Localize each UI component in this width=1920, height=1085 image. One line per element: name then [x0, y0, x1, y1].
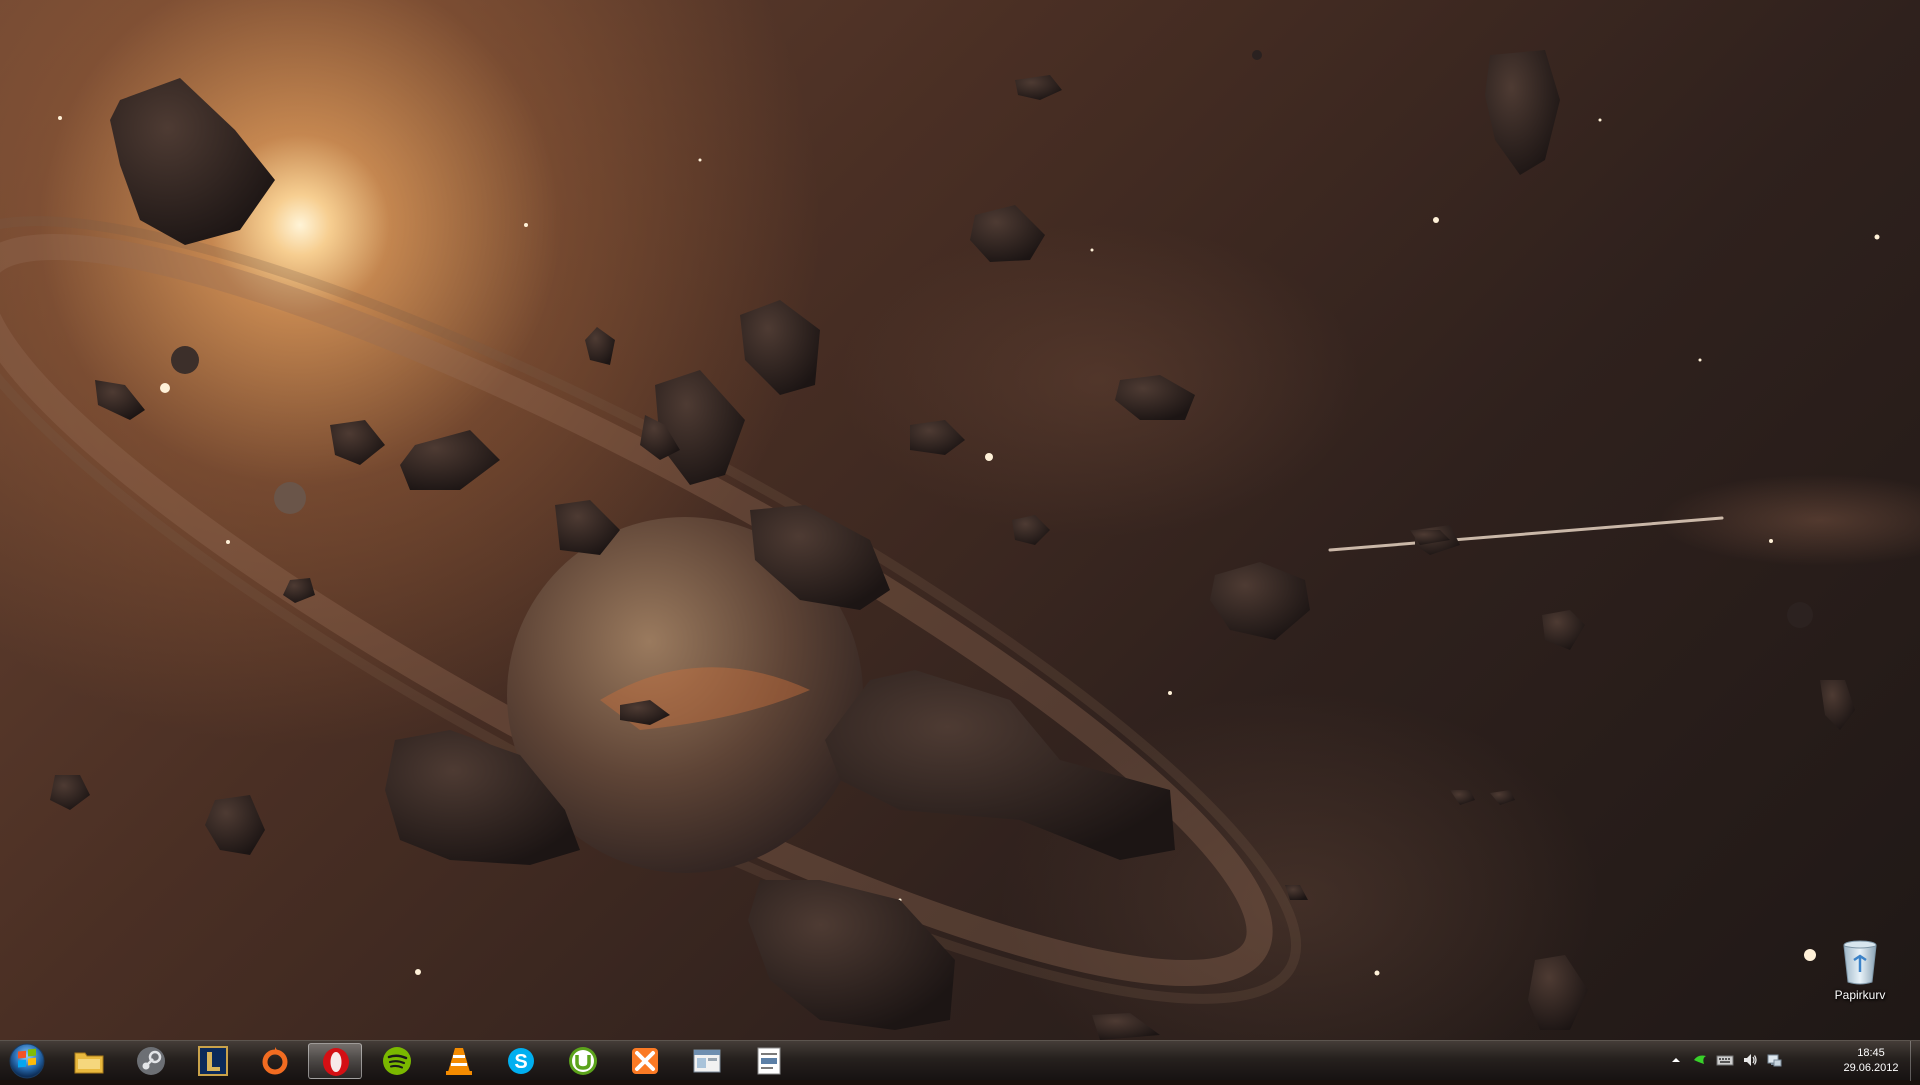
start-button[interactable] [4, 1042, 50, 1080]
taskbar-steam-button[interactable] [124, 1043, 178, 1079]
desktop-icon-recycle-bin[interactable]: Papirkurv [1820, 938, 1900, 1018]
recycle-bin-icon [1843, 940, 1877, 985]
clock-time: 18:45 [1857, 1047, 1885, 1059]
taskbar-origin-button[interactable] [248, 1043, 302, 1079]
taskbar-window-app-button[interactable] [680, 1043, 734, 1079]
taskbar-utorrent-button[interactable] [556, 1043, 610, 1079]
xampp-icon [632, 1048, 658, 1074]
clock-date: 29.06.2012 [1843, 1062, 1899, 1074]
taskbar-xampp-button[interactable] [618, 1043, 672, 1079]
system-tray: 18:45 29.06.2012 [1668, 1041, 1908, 1081]
taskbar-opera-button[interactable] [308, 1043, 362, 1079]
taskbar-spotify-button[interactable] [370, 1043, 424, 1079]
spotify-icon [383, 1047, 411, 1075]
document-icon [757, 1047, 781, 1075]
steam-icon [137, 1047, 165, 1075]
volume-icon[interactable] [1742, 1052, 1758, 1068]
show-hidden-icons-arrow[interactable] [1668, 1052, 1684, 1068]
window-icon [693, 1049, 721, 1073]
taskbar-document-app-button[interactable] [742, 1043, 796, 1079]
clock[interactable]: 18:45 29.06.2012 [1836, 1046, 1906, 1076]
taskbar-explorer-button[interactable] [62, 1043, 116, 1079]
taskbar: S 18:45 29.06.2012 [0, 1040, 1920, 1081]
taskbar-vlc-button[interactable] [432, 1043, 486, 1079]
desktop-icon-label: Papirkurv [1834, 988, 1886, 1002]
razer-icon[interactable] [1692, 1052, 1708, 1068]
folder-icon [74, 1052, 104, 1074]
origin-icon [262, 1047, 288, 1075]
opera-icon [323, 1048, 349, 1076]
network-icon[interactable] [1766, 1052, 1782, 1068]
taskbar-league-of-legends-button[interactable] [186, 1043, 240, 1079]
league-of-legends-icon [198, 1046, 228, 1076]
skype-icon: S [508, 1048, 534, 1074]
windows-start-orb-icon [9, 1043, 45, 1079]
desktop[interactable]: Papirkurv [0, 0, 1920, 1040]
utorrent-icon [569, 1047, 597, 1075]
keyboard-icon[interactable] [1716, 1052, 1734, 1068]
show-desktop-button[interactable] [1910, 1041, 1920, 1081]
svg-text:S: S [514, 1051, 527, 1073]
vlc-icon [446, 1048, 472, 1075]
taskbar-skype-button[interactable]: S [494, 1043, 548, 1079]
wallpaper [0, 50, 1880, 1040]
